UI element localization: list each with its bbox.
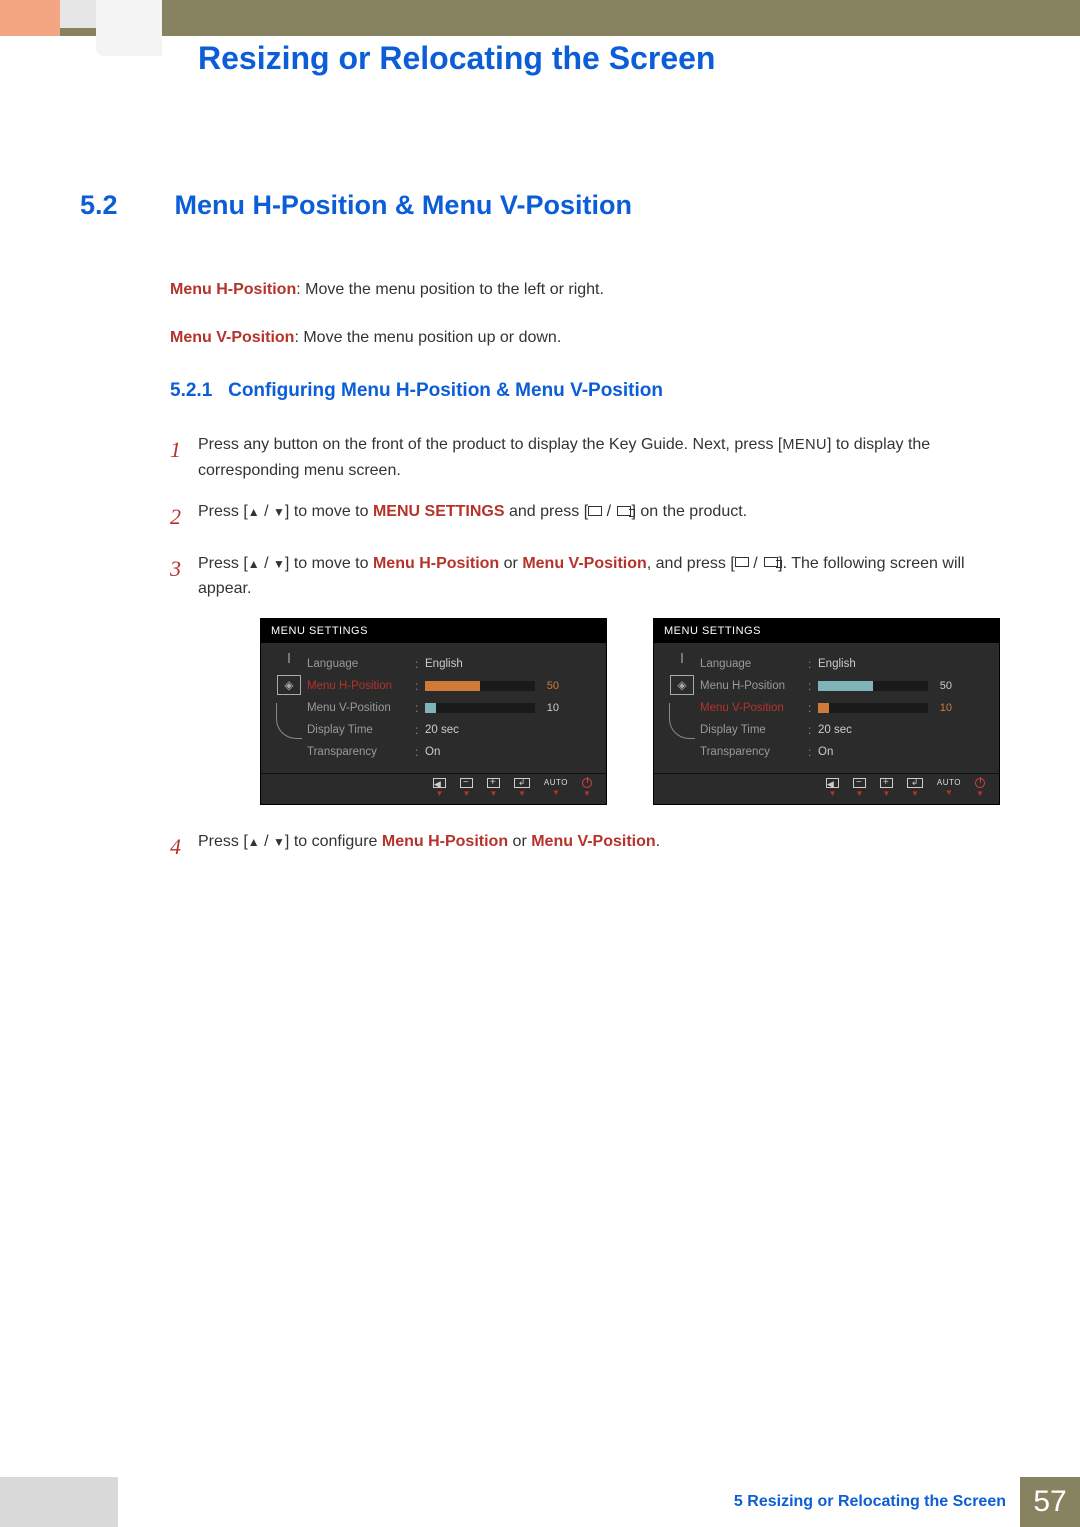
footer-chapter-text: Resizing or Relocating the Screen	[747, 1493, 1006, 1510]
footer-chapter-number: 5	[734, 1493, 743, 1510]
minus-icon	[460, 778, 473, 788]
step-text: .	[656, 833, 660, 850]
top-color-band	[0, 0, 1080, 36]
section-number: 5.2	[80, 190, 170, 221]
osd-slider: 50	[818, 680, 952, 692]
power-icon	[975, 778, 985, 788]
page-title: Resizing or Relocating the Screen	[198, 40, 715, 77]
step-text: Press any button on the front of the pro…	[198, 436, 782, 453]
subsection-number: 5.2.1	[170, 380, 212, 401]
menu-h-label: Menu H-Position	[373, 555, 499, 572]
def-h-text: : Move the menu position to the left or …	[296, 281, 604, 298]
osd-item-h-position: Menu H-Position : 50	[307, 675, 594, 697]
triangle-down-icon	[273, 833, 285, 850]
osd-item-transparency: Transparency : On	[307, 741, 594, 763]
osd-item-language: Language : English	[307, 653, 594, 675]
osd-item-display-time: Display Time : 20 sec	[700, 719, 987, 741]
steps-list: 1 Press any button on the front of the p…	[170, 432, 1000, 864]
step-text: or	[508, 833, 531, 850]
osd-item-display-time: Display Time : 20 sec	[307, 719, 594, 741]
page-footer: 5 Resizing or Relocating the Screen 57	[0, 1477, 1080, 1527]
step-number: 4	[170, 829, 198, 864]
triangle-up-icon	[248, 833, 260, 850]
osd-item-language: Language : English	[700, 653, 987, 675]
osd-item-h-position: Menu H-Position : 50	[700, 675, 987, 697]
def-v-text: : Move the menu position up or down.	[294, 329, 561, 346]
step-3: 3 Press [ / ] to move to Menu H-Position…	[170, 551, 1000, 602]
definitions: Menu H-Position: Move the menu position …	[170, 277, 1000, 350]
menu-settings-label: MENU SETTINGS	[373, 503, 505, 520]
osd-footer-buttons: ▼ ▼ ▼ ▼ AUTO▼ ▼	[261, 773, 606, 798]
back-icon	[826, 778, 839, 788]
def-v-label: Menu V-Position	[170, 329, 294, 346]
auto-label: AUTO	[544, 778, 568, 787]
section-title: Menu H-Position & Menu V-Position	[174, 190, 631, 221]
enter-icon	[907, 778, 923, 788]
osd-item-transparency: Transparency : On	[700, 741, 987, 763]
step-text: Press [	[198, 833, 248, 850]
enter-icon	[764, 557, 778, 567]
auto-label: AUTO	[937, 778, 961, 787]
plus-icon	[880, 778, 893, 788]
osd-footer-buttons: ▼ ▼ ▼ ▼ AUTO▼ ▼	[654, 773, 999, 798]
osd-item-list: Language : English Menu H-Position : 50	[307, 653, 594, 763]
step-number: 1	[170, 432, 198, 483]
enter-icon	[617, 506, 631, 516]
source-icon	[735, 557, 749, 567]
power-icon	[582, 778, 592, 788]
menu-h-label: Menu H-Position	[382, 833, 508, 850]
osd-panel-v: MENU SETTINGS ◈ Language : English	[653, 618, 1000, 805]
step-text: , and press [	[647, 555, 735, 572]
osd-title: MENU SETTINGS	[654, 619, 999, 643]
osd-slider: 10	[818, 702, 952, 714]
step-number: 2	[170, 499, 198, 534]
osd-panel-h: MENU SETTINGS ◈ Language : English	[260, 618, 607, 805]
osd-category-icon: ◈	[277, 675, 301, 695]
subsection-heading: 5.2.1 Configuring Menu H-Position & Menu…	[170, 380, 1000, 402]
triangle-down-icon	[273, 503, 285, 520]
osd-title: MENU SETTINGS	[261, 619, 606, 643]
step-2: 2 Press [ / ] to move to MENU SETTINGS a…	[170, 499, 1000, 534]
menu-v-label: Menu V-Position	[522, 555, 646, 572]
osd-item-v-position: Menu V-Position : 10	[700, 697, 987, 719]
page-number: 57	[1020, 1477, 1080, 1527]
step-text: ] to move to	[285, 503, 373, 520]
enter-icon	[514, 778, 530, 788]
step-text: ] to configure	[285, 833, 382, 850]
osd-item-v-position: Menu V-Position : 10	[307, 697, 594, 719]
osd-side-nav: ◈	[271, 653, 307, 763]
step-text: Press [	[198, 503, 248, 520]
content-area: 5.2 Menu H-Position & Menu V-Position Me…	[80, 190, 1000, 880]
step-text: or	[499, 555, 522, 572]
step-text: Press [	[198, 555, 248, 572]
subsection-title: Configuring Menu H-Position & Menu V-Pos…	[228, 380, 663, 401]
triangle-up-icon	[248, 555, 260, 572]
osd-slider: 50	[425, 680, 559, 692]
triangle-down-icon	[273, 555, 285, 572]
plus-icon	[487, 778, 500, 788]
step-text: and press [	[505, 503, 589, 520]
step-number: 3	[170, 551, 198, 602]
osd-screenshot-row: MENU SETTINGS ◈ Language : English	[260, 618, 1000, 805]
step-text: ] to move to	[285, 555, 373, 572]
osd-slider: 10	[425, 702, 559, 714]
source-icon	[588, 506, 602, 516]
menu-button-label: MENU	[782, 437, 827, 453]
chapter-tab	[96, 0, 162, 56]
triangle-up-icon	[248, 503, 260, 520]
osd-item-list: Language : English Menu H-Position : 50	[700, 653, 987, 763]
step-1: 1 Press any button on the front of the p…	[170, 432, 1000, 483]
step-4: 4 Press [ / ] to configure Menu H-Positi…	[170, 829, 1000, 864]
step-text: ] on the product.	[631, 503, 747, 520]
menu-v-label: Menu V-Position	[531, 833, 655, 850]
section-heading: 5.2 Menu H-Position & Menu V-Position	[80, 190, 1000, 221]
back-icon	[433, 778, 446, 788]
minus-icon	[853, 778, 866, 788]
osd-category-icon: ◈	[670, 675, 694, 695]
osd-side-nav: ◈	[664, 653, 700, 763]
def-h-label: Menu H-Position	[170, 281, 296, 298]
